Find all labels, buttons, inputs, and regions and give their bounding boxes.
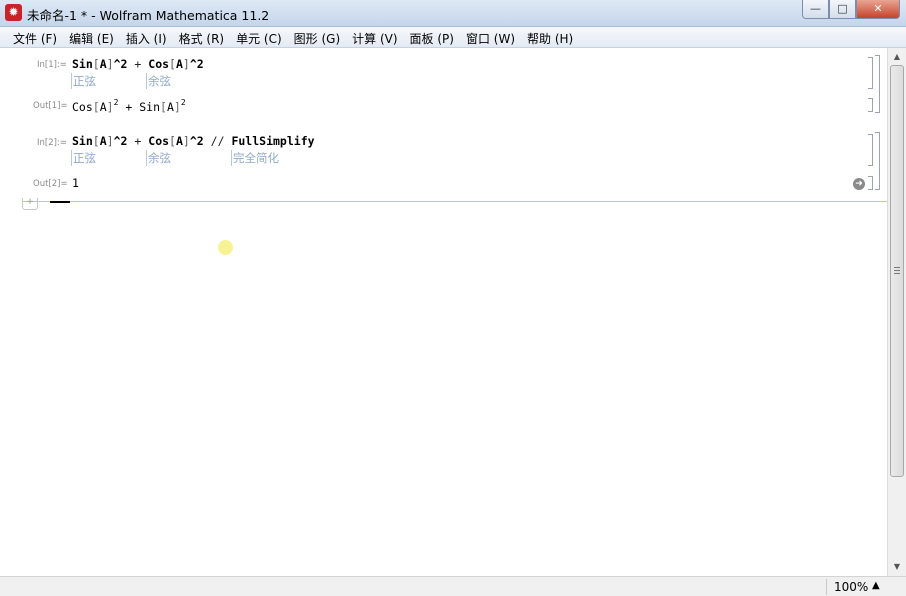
out2-cell-bracket[interactable] <box>868 176 873 190</box>
notebook-area[interactable]: In[1]:= Sin[A]^2 + Cos[A]^2 正弦 余弦 Out[1]… <box>0 48 887 576</box>
in1-sin: Sin <box>72 57 93 71</box>
status-bar: 100% ▲ <box>0 576 906 596</box>
in1-input[interactable]: Sin[A]^2 + Cos[A]^2 <box>72 57 204 71</box>
scrollbar-thumb[interactable] <box>890 65 904 477</box>
in1-cell-bracket[interactable] <box>868 57 873 89</box>
in1-cos: Cos <box>148 57 170 71</box>
menu-format[interactable]: 格式 (R) <box>173 27 231 47</box>
menu-insert[interactable]: 插入 (I) <box>120 27 173 47</box>
maximize-button[interactable]: □ <box>829 0 856 19</box>
vertical-scrollbar[interactable]: ▲ ▼ <box>887 48 906 576</box>
mouse-highlight-indicator <box>218 240 233 255</box>
menu-palettes[interactable]: 面板 (P) <box>404 27 460 47</box>
text-cursor <box>50 201 70 203</box>
in2-hint-fullsimplify: 完全简化 <box>231 150 279 166</box>
in2-hint-sin: 正弦 <box>71 150 96 166</box>
in2-fullsimplify: FullSimplify <box>231 134 315 148</box>
zoom-menu-arrow-icon[interactable]: ▲ <box>872 580 880 591</box>
menu-graphics[interactable]: 图形 (G) <box>288 27 346 47</box>
zoom-level[interactable]: 100% <box>834 580 868 594</box>
menu-window[interactable]: 窗口 (W) <box>460 27 521 47</box>
in2-hint-cos: 余弦 <box>146 150 171 166</box>
out2-label: Out[2]= <box>33 179 68 189</box>
thumb-grip <box>894 273 900 274</box>
scroll-down-arrow-icon[interactable]: ▼ <box>888 558 906 575</box>
in2-input[interactable]: Sin[A]^2 + Cos[A]^2 // FullSimplify <box>72 134 315 148</box>
menu-edit[interactable]: 编辑 (E) <box>63 27 120 47</box>
menu-help[interactable]: 帮助 (H) <box>521 27 579 47</box>
menu-cell[interactable]: 单元 (C) <box>230 27 288 47</box>
menu-evaluation[interactable]: 计算 (V) <box>346 27 403 47</box>
out1-output[interactable]: Cos[A]2 + Sin[A]2 <box>72 98 186 114</box>
in1-hint-cos: 余弦 <box>146 73 171 89</box>
title-bar: ✹ 未命名-1 * - Wolfram Mathematica 11.2 — □… <box>0 0 906 27</box>
out2-output[interactable]: 1 <box>72 176 79 190</box>
mathematica-spikey-icon[interactable]: ✹ <box>5 4 22 21</box>
scroll-up-arrow-icon[interactable]: ▲ <box>888 48 906 65</box>
add-cell-plus-icon[interactable]: + <box>22 198 38 210</box>
in2-label: In[2]:= <box>37 138 67 148</box>
group2-cell-bracket[interactable] <box>875 132 880 190</box>
suggestions-arrow-icon[interactable]: ➜ <box>853 178 865 190</box>
cell-insertion-line[interactable] <box>22 201 887 202</box>
in2-cell-bracket[interactable] <box>868 134 873 166</box>
window-controls: — □ ✕ <box>802 0 900 19</box>
window-title: 未命名-1 * - Wolfram Mathematica 11.2 <box>27 8 270 23</box>
out1-cell-bracket[interactable] <box>868 98 873 112</box>
minimize-button[interactable]: — <box>802 0 829 19</box>
status-separator <box>826 579 827 595</box>
group1-cell-bracket[interactable] <box>875 55 880 113</box>
in1-label: In[1]:= <box>37 60 67 70</box>
thumb-grip <box>894 270 900 271</box>
thumb-grip <box>894 267 900 268</box>
menu-file[interactable]: 文件 (F) <box>7 27 63 47</box>
menu-bar: 文件 (F) 编辑 (E) 插入 (I) 格式 (R) 单元 (C) 图形 (G… <box>0 27 906 48</box>
in1-hint-sin: 正弦 <box>71 73 96 89</box>
close-button[interactable]: ✕ <box>856 0 900 19</box>
out1-label: Out[1]= <box>33 101 68 111</box>
